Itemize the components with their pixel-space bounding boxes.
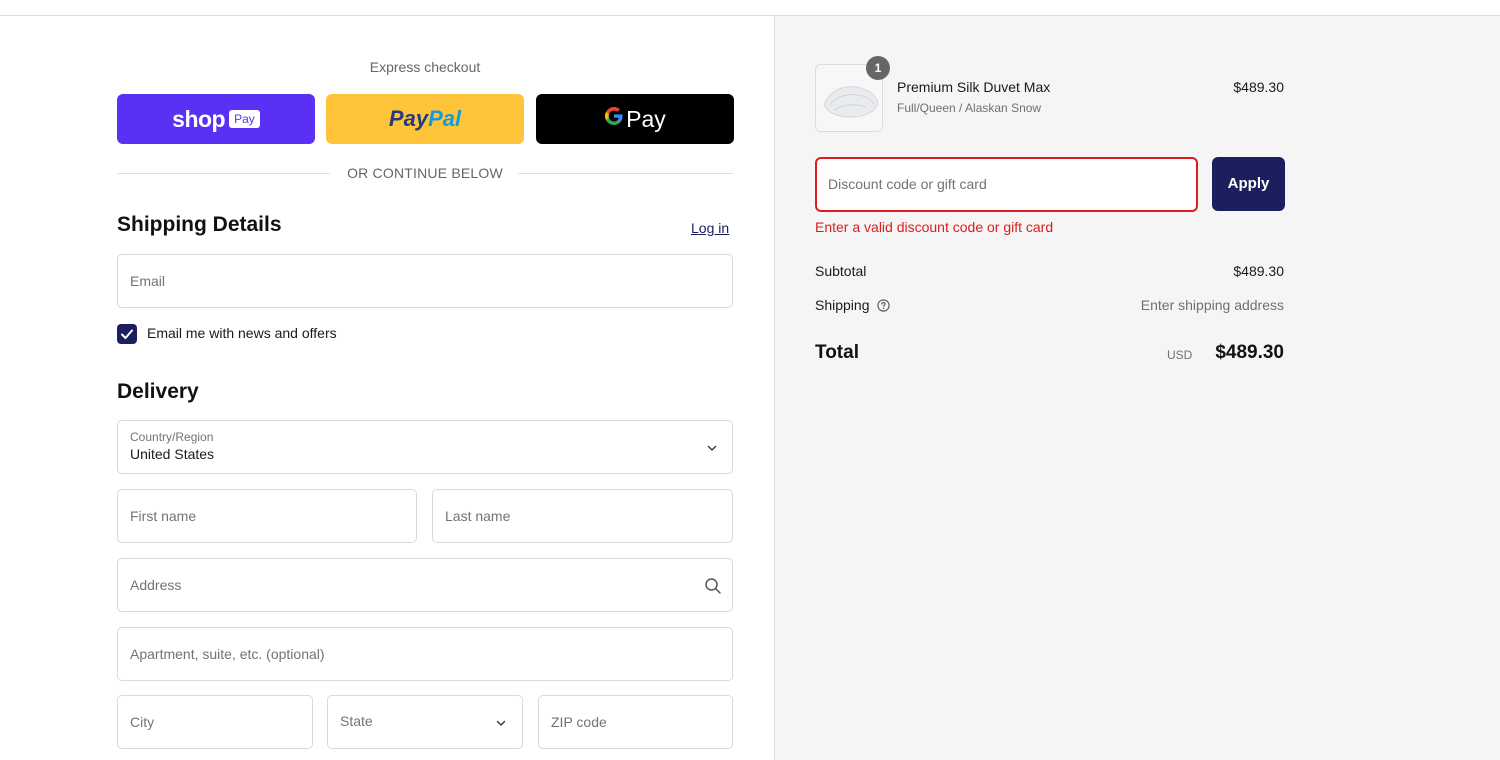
shipping-value: Enter shipping address <box>1140 297 1284 313</box>
google-pay-label: Pay <box>626 105 666 132</box>
checkmark-icon <box>121 329 133 339</box>
state-placeholder: State <box>340 713 373 729</box>
newsletter-label: Email me with news and offers <box>147 325 337 341</box>
shop-pay-wordmark: shop <box>172 105 226 132</box>
paypal-button[interactable]: Pay Pal <box>326 94 524 144</box>
apartment-placeholder: Apartment, suite, etc. (optional) <box>130 646 325 662</box>
product-price: $489.30 <box>1233 79 1284 95</box>
state-select[interactable]: State <box>327 695 523 749</box>
total-currency: USD <box>1167 348 1193 362</box>
google-pay-button[interactable]: Pay <box>536 94 734 144</box>
subtotal-label: Subtotal <box>815 263 867 279</box>
total-label: Total <box>815 342 859 363</box>
discount-placeholder: Discount code or gift card <box>828 176 987 192</box>
shipping-label: Shipping <box>815 297 891 313</box>
shipping-details-heading: Shipping Details <box>117 213 282 236</box>
google-g-icon <box>604 105 624 133</box>
paypal-wordmark-pal: Pal <box>428 106 462 131</box>
country-value: United States <box>130 446 215 462</box>
quantity-badge: 1 <box>866 56 890 80</box>
zip-field[interactable]: ZIP code <box>538 695 733 749</box>
email-field[interactable]: Email <box>117 254 733 308</box>
login-link[interactable]: Log in <box>691 220 729 236</box>
first-name-placeholder: First name <box>130 508 197 524</box>
help-icon[interactable] <box>877 299 891 312</box>
country-label: Country/Region <box>130 430 214 444</box>
chevron-down-icon <box>496 720 506 726</box>
delivery-heading: Delivery <box>117 380 199 403</box>
first-name-field[interactable]: First name <box>117 489 417 543</box>
apply-button[interactable]: Apply <box>1212 157 1285 211</box>
divider-text: OR CONTINUE BELOW <box>347 165 503 181</box>
country-select[interactable]: Country/Region United States <box>117 420 733 474</box>
subtotal-value: $489.30 <box>1233 263 1284 279</box>
express-checkout-label: Express checkout <box>369 59 481 75</box>
discount-error-message: Enter a valid discount code or gift card <box>815 219 1054 235</box>
zip-placeholder: ZIP code <box>551 714 607 730</box>
total-value: $489.30 <box>1215 342 1284 363</box>
search-icon <box>705 578 721 594</box>
product-variant: Full/Queen / Alaskan Snow <box>897 101 1042 115</box>
email-placeholder: Email <box>130 273 166 289</box>
last-name-placeholder: Last name <box>445 508 511 524</box>
order-summary-panel <box>774 16 1500 760</box>
city-field[interactable]: City <box>117 695 313 749</box>
shop-pay-badge: Pay <box>229 110 260 128</box>
paypal-wordmark-pay: Pay <box>388 106 429 131</box>
address-placeholder: Address <box>130 577 182 593</box>
address-field[interactable]: Address <box>117 558 733 612</box>
shop-pay-button[interactable]: shop Pay <box>117 94 315 144</box>
city-placeholder: City <box>130 714 155 730</box>
last-name-field[interactable]: Last name <box>432 489 733 543</box>
newsletter-checkbox[interactable] <box>117 324 137 344</box>
discount-code-field[interactable]: Discount code or gift card <box>815 157 1198 212</box>
or-continue-divider: OR CONTINUE BELOW <box>117 165 733 181</box>
apartment-field[interactable]: Apartment, suite, etc. (optional) <box>117 627 733 681</box>
product-name: Premium Silk Duvet Max <box>897 79 1051 95</box>
shipping-label-text: Shipping <box>815 297 870 313</box>
chevron-down-icon <box>707 445 717 451</box>
